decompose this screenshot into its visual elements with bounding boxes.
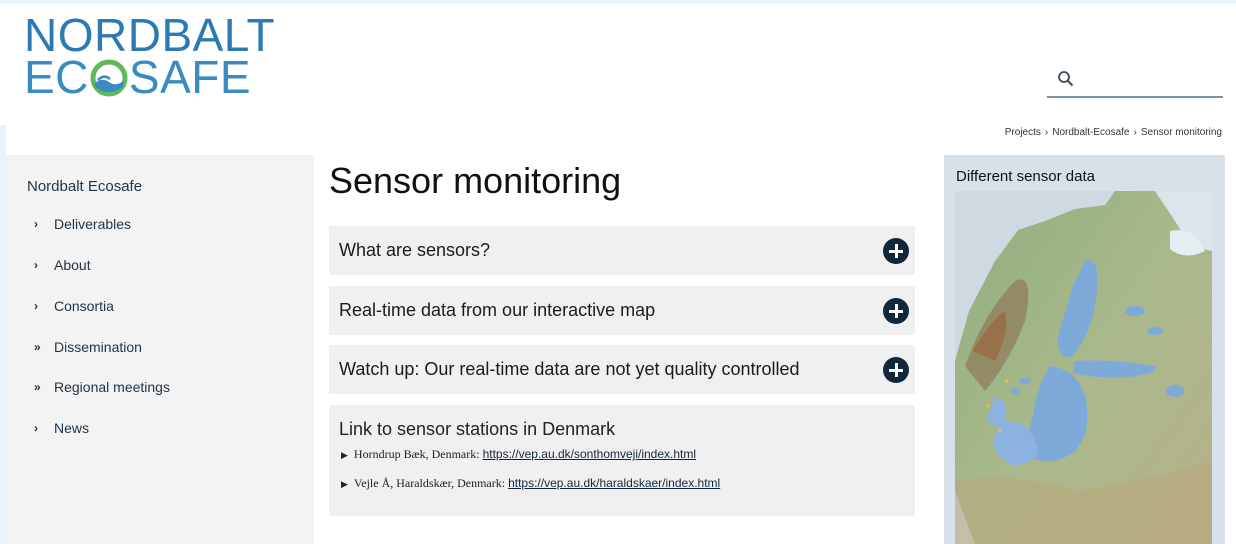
sidebar-item-label: Consortia	[54, 298, 114, 314]
sensor-stations-links-box: Link to sensor stations in Denmark ▶ Horn…	[329, 405, 915, 516]
accordion-label: Watch up: Our real-time data are not yet…	[339, 359, 800, 379]
double-chevron-right-icon: »	[34, 380, 41, 394]
sidebar: Nordbalt Ecosafe › Deliverables › About › C…	[6, 155, 314, 544]
sidebar-item-deliverables[interactable]: › Deliverables	[34, 216, 131, 232]
sidebar-item-label: News	[54, 420, 90, 436]
plus-circle-icon[interactable]	[883, 298, 909, 324]
search-input[interactable]	[1083, 66, 1213, 92]
top-band	[0, 0, 1236, 4]
right-panel-title: Different sensor data	[956, 168, 1095, 185]
nordbalt-ecosafe-logo[interactable]: NORDBALT EC SAFE	[24, 9, 284, 104]
breadcrumb-separator: ›	[1044, 127, 1049, 138]
sidebar-item-regional-meetings[interactable]: » Regional meetings	[34, 379, 170, 395]
breadcrumb: Projects › Nordbalt-Ecosafe › Sensor monitor…	[1005, 127, 1222, 138]
sidebar-item-label: Deliverables	[54, 216, 132, 232]
sidebar-item-label: Regional meetings	[54, 379, 170, 395]
chevron-right-icon: ›	[34, 421, 38, 435]
double-chevron-right-icon: »	[34, 340, 41, 354]
breadcrumb-projects[interactable]: Projects	[1005, 127, 1041, 138]
sidebar-item-label: Dissemination	[54, 339, 142, 355]
accordion-watch-up[interactable]: Watch up: Our real-time data are not yet…	[329, 345, 915, 394]
chevron-right-icon: ›	[34, 217, 38, 231]
sidebar-item-consortia[interactable]: › Consortia	[34, 298, 114, 314]
plus-circle-icon[interactable]	[883, 238, 909, 264]
accordion-what-are-sensors[interactable]: What are sensors?	[329, 226, 915, 275]
plus-circle-icon[interactable]	[883, 357, 909, 383]
page-title: Sensor monitoring	[329, 160, 622, 201]
chevron-right-icon: ›	[34, 299, 38, 313]
link-list-item: ▶ Horndrup Bæk, Denmark: https://vep.au.d…	[341, 447, 696, 462]
search-icon[interactable]	[1057, 70, 1075, 88]
right-panel: Different sensor data	[944, 155, 1225, 544]
accordion-label: What are sensors?	[339, 240, 491, 260]
globe-icon	[90, 59, 128, 97]
station-link-haraldskaer[interactable]: https://vep.au.dk/haraldskaer/index.html	[508, 476, 720, 490]
baltic-sea-map-image[interactable]	[955, 191, 1212, 544]
sidebar-item-dissemination[interactable]: » Dissemination	[34, 339, 142, 355]
search-box[interactable]	[1047, 60, 1223, 98]
station-label: Vejle Å, Haraldskær, Denmark:	[353, 476, 509, 490]
accordion-real-time-data[interactable]: Real-time data from our interactive map	[329, 286, 915, 335]
station-label: Horndrup Bæk, Denmark:	[353, 447, 483, 461]
breadcrumb-current: Sensor monitoring	[1140, 127, 1222, 138]
breadcrumb-nordbalt-ecosafe[interactable]: Nordbalt-Ecosafe	[1052, 127, 1129, 138]
links-box-title: Link to sensor stations in Denmark	[339, 419, 616, 439]
sidebar-item-about[interactable]: › About	[34, 257, 91, 273]
sidebar-title[interactable]: Nordbalt Ecosafe	[27, 178, 142, 195]
breadcrumb-separator: ›	[1133, 127, 1137, 138]
sidebar-item-news[interactable]: › News	[34, 420, 89, 436]
bullet-icon: ▶	[341, 450, 348, 460]
link-list-item: ▶ Vejle Å, Haraldskær, Denmark: https://v…	[341, 476, 720, 491]
bullet-icon: ▶	[341, 479, 348, 489]
station-link-horndrup[interactable]: https://vep.au.dk/sonthomveji/index.html	[483, 447, 696, 461]
logo-line-2: EC SAFE	[24, 51, 252, 103]
sidebar-item-label: About	[54, 257, 91, 273]
logo-line-1: NORDBALT	[24, 9, 276, 61]
accordion-label: Real-time data from our interactive map	[339, 300, 656, 320]
chevron-right-icon: ›	[34, 258, 38, 272]
